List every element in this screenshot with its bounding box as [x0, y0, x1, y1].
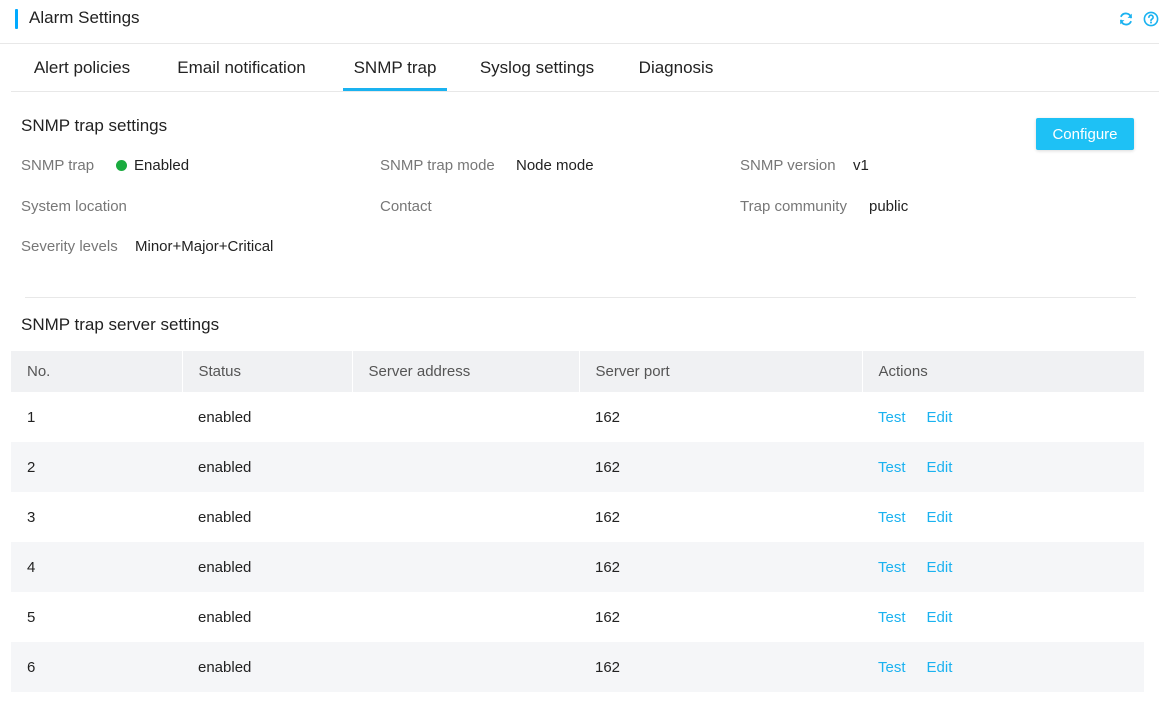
row-server-port: 162: [595, 508, 621, 526]
row-number: 1: [27, 408, 36, 426]
edit-link[interactable]: Edit: [927, 559, 953, 576]
snmp-trap-label: SNMP trap: [21, 157, 95, 174]
test-link[interactable]: Test: [878, 659, 906, 676]
section-divider: [25, 297, 1136, 298]
snmp-version-value: v1: [853, 157, 869, 174]
edit-link[interactable]: Edit: [927, 659, 953, 676]
row-server-port: 162: [579, 642, 862, 692]
edit-link[interactable]: Edit: [927, 609, 953, 626]
table-row: 2 enabled 162 Test Edit: [11, 442, 1144, 492]
trap-community-label: Trap community: [740, 198, 847, 215]
header-icons: [1118, 11, 1159, 27]
edit-link[interactable]: Edit: [927, 409, 953, 426]
row-server-address: [352, 642, 579, 692]
row-server-port: 162: [579, 542, 862, 592]
test-link[interactable]: Test: [878, 409, 906, 426]
test-link[interactable]: Test: [878, 609, 906, 626]
trap-mode-value: Node mode: [516, 157, 594, 174]
tab-alert-policies[interactable]: Alert policies: [22, 44, 142, 91]
row-number: 3: [27, 508, 36, 526]
row-actions: Test Edit: [862, 492, 1144, 542]
column-header-no: No.: [11, 351, 183, 392]
row-status: enabled: [182, 642, 352, 692]
table-header-row: No. Status Server address Server port Ac…: [11, 351, 1144, 392]
snmp-trap-status: Enabled: [116, 157, 189, 174]
test-link[interactable]: Test: [878, 459, 906, 476]
help-icon[interactable]: [1143, 11, 1159, 27]
severity-levels-label: Severity levels: [21, 238, 118, 255]
contact-label: Contact: [380, 198, 432, 215]
title-accent-bar: [15, 9, 18, 29]
trap-mode-label: SNMP trap mode: [380, 157, 495, 174]
test-link[interactable]: Test: [878, 559, 906, 576]
table-row: 1 enabled 162 Test Edit: [11, 392, 1144, 442]
server-settings-title: SNMP trap server settings: [21, 315, 220, 334]
row-server-address: [352, 392, 579, 442]
table-row: 4 enabled 162 Test Edit: [11, 542, 1144, 592]
row-status: enabled: [198, 408, 252, 426]
trap-settings-title: SNMP trap settings: [21, 116, 168, 135]
row-actions: Test Edit: [862, 642, 1144, 692]
row-actions: Test Edit: [862, 442, 1144, 492]
table-row: 5 enabled 162 Test Edit: [11, 592, 1144, 642]
column-header-status: Status: [182, 351, 353, 392]
settings-tabs: Alert policies Email notification SNMP t…: [11, 44, 1159, 92]
row-actions: Test Edit: [862, 542, 1144, 592]
page-header: Alarm Settings: [0, 0, 1159, 44]
row-status: enabled: [182, 542, 352, 592]
row-status: enabled: [182, 442, 352, 492]
tab-email-notification[interactable]: Email notification: [164, 44, 319, 91]
row-status: enabled: [198, 508, 252, 526]
row-server-address: [352, 592, 579, 642]
row-number: 5: [27, 608, 36, 626]
row-actions: Test Edit: [862, 592, 1144, 642]
row-server-address: [352, 542, 579, 592]
refresh-icon[interactable]: [1118, 11, 1134, 27]
severity-levels-value: Minor+Major+Critical: [135, 238, 274, 255]
tab-diagnosis[interactable]: Diagnosis: [628, 44, 724, 91]
row-number: 2: [11, 442, 182, 492]
system-location-label: System location: [21, 198, 127, 215]
enabled-status-dot: [116, 160, 127, 171]
edit-link[interactable]: Edit: [927, 509, 953, 526]
column-header-server-port: Server port: [579, 351, 863, 392]
test-link[interactable]: Test: [878, 509, 906, 526]
table-row: 3 enabled 162 Test Edit: [11, 492, 1144, 542]
trap-community-value: public: [869, 198, 909, 215]
row-server-port: 162: [595, 608, 621, 626]
row-server-port: 162: [595, 408, 621, 426]
snmp-version-label: SNMP version: [740, 157, 836, 174]
row-number: 6: [11, 642, 182, 692]
tab-snmp-trap[interactable]: SNMP trap: [343, 44, 447, 91]
tab-syslog-settings[interactable]: Syslog settings: [469, 44, 605, 91]
row-number: 4: [11, 542, 182, 592]
column-header-actions: Actions: [862, 351, 1144, 392]
trap-server-table: No. Status Server address Server port Ac…: [11, 351, 1144, 692]
row-actions: Test Edit: [862, 392, 1144, 442]
alarm-settings-page: Alarm Settings Alert policies Email noti…: [0, 0, 1159, 707]
snmp-trap-value: Enabled: [134, 157, 190, 174]
row-server-address: [352, 492, 579, 542]
page-title: Alarm Settings: [29, 8, 140, 27]
column-header-server-address: Server address: [352, 351, 580, 392]
row-status: enabled: [198, 608, 252, 626]
row-server-address: [352, 442, 579, 492]
configure-button[interactable]: Configure: [1036, 118, 1134, 150]
row-server-port: 162: [579, 442, 862, 492]
table-row: 6 enabled 162 Test Edit: [11, 642, 1144, 692]
edit-link[interactable]: Edit: [927, 459, 953, 476]
